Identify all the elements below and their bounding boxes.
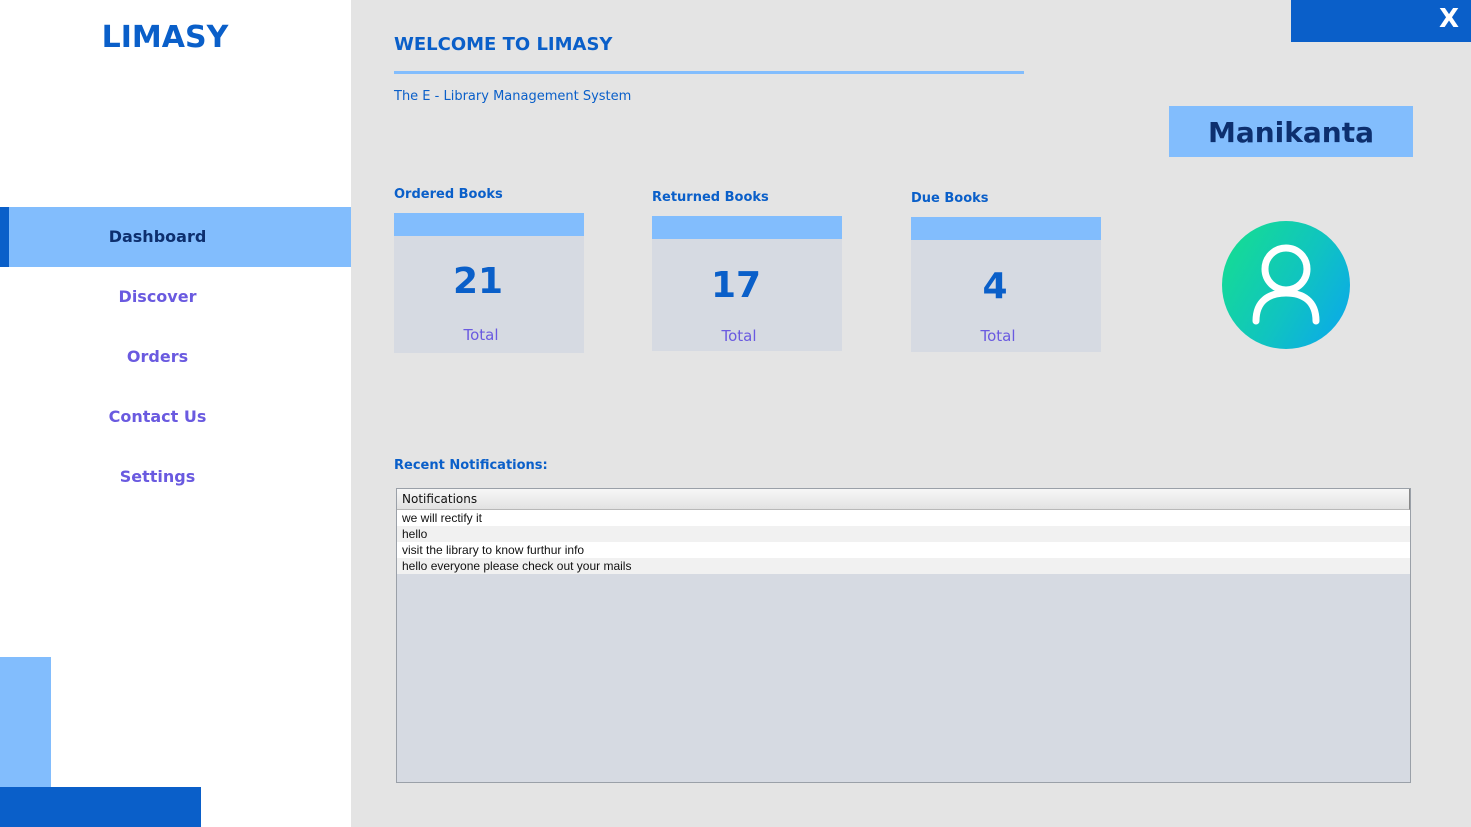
decorative-block-light [0,657,51,787]
ordered-books-card: 21 Total [394,213,584,353]
decorative-block-dark [0,787,201,827]
card-header-bar [911,217,1101,240]
notifications-table[interactable]: Notifications we will rectify it hello v… [396,488,1411,783]
sidebar-item-label: Settings [119,467,196,486]
card-caption: Total [721,327,757,345]
user-icon [1252,244,1320,325]
sidebar-item-settings[interactable]: Settings [0,447,351,507]
returned-books-card: 17 Total [652,216,842,351]
card-header-bar [394,213,584,236]
close-icon[interactable]: X [1439,4,1459,34]
card-caption: Total [463,326,499,344]
page-title: WELCOME TO LIMASY [394,34,613,55]
due-books-title: Due Books [911,191,989,206]
close-button[interactable]: X [1291,0,1471,42]
user-avatar [1222,221,1350,349]
sidebar-item-contact-us[interactable]: Contact Us [0,387,351,447]
column-header-notifications[interactable]: Notifications [397,489,1410,510]
table-row[interactable]: hello [397,526,1410,542]
due-books-card: 4 Total [911,217,1101,352]
sidebar-item-label: Discover [118,287,197,306]
user-name-badge: Manikanta [1169,106,1413,157]
title-divider [394,71,1024,74]
ordered-books-count: 21 [452,261,504,302]
sidebar-item-dashboard[interactable]: Dashboard [0,207,351,267]
table-row[interactable]: visit the library to know furthur info [397,542,1410,558]
brand-logo: LIMASY [101,20,229,55]
sidebar-item-orders[interactable]: Orders [0,327,351,387]
sidebar: LIMASY Dashboard Discover Orders Contact… [0,0,351,827]
card-header-bar [652,216,842,239]
page-subtitle: The E - Library Management System [394,89,632,104]
active-marker [0,207,9,267]
app-window: LIMASY Dashboard Discover Orders Contact… [0,0,1471,827]
returned-books-title: Returned Books [652,190,769,205]
table-row[interactable]: hello everyone please check out your mai… [397,558,1410,574]
ordered-books-title: Ordered Books [394,187,503,202]
notifications-label: Recent Notifications: [394,458,548,473]
table-row[interactable]: we will rectify it [397,510,1410,526]
sidebar-item-label: Orders [126,347,189,366]
due-books-count: 4 [982,266,1008,307]
sidebar-item-discover[interactable]: Discover [0,267,351,327]
returned-books-count: 17 [710,265,762,306]
card-caption: Total [980,327,1016,345]
sidebar-item-label: Contact Us [108,407,207,426]
sidebar-item-label: Dashboard [108,227,207,246]
